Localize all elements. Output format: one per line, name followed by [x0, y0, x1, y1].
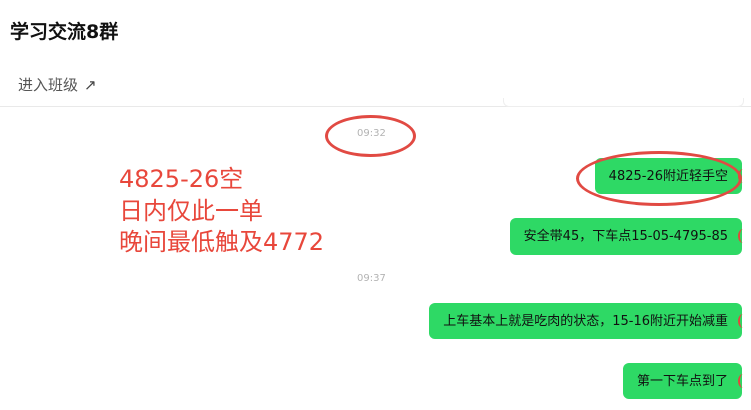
message-text: 第一下车点到了: [636, 373, 728, 389]
message-text: 上车基本上就是吃肉的状态，15-16附近开始减重: [443, 313, 728, 329]
message-bubble[interactable]: 第一下车点到了: [622, 363, 742, 399]
chat-messages[interactable]: 09:32 4825-26附近轻手空 安全带45，下车点15-05-4795-8…: [0, 98, 751, 410]
timestamp: 09:37: [357, 273, 386, 284]
enter-class-link[interactable]: 进入班级 ↗: [18, 74, 97, 95]
avatar: [738, 314, 748, 328]
group-title: 学习交流8群: [10, 21, 119, 43]
annotation-circle: [576, 151, 742, 206]
message-bubble[interactable]: 安全带45，下车点15-05-4795-85: [509, 218, 742, 255]
previous-message-bubble: [503, 98, 744, 107]
annotation-text: 晚间最低触及4772: [119, 228, 325, 256]
annotation-text: 日内仅此一单: [119, 197, 263, 225]
annotation-text: 4825-26空: [119, 165, 244, 193]
avatar: [738, 229, 748, 243]
enter-class-label: 进入班级: [18, 76, 79, 94]
message-bubble[interactable]: 上车基本上就是吃肉的状态，15-16附近开始减重: [429, 303, 742, 339]
chat-header: 学习交流8群 进入班级 ↗: [0, 0, 751, 107]
annotation-circle: [325, 115, 416, 157]
avatar: [738, 374, 748, 388]
message-text: 安全带45，下车点15-05-4795-85: [523, 229, 728, 244]
arrow-up-right-icon: ↗: [84, 76, 97, 94]
